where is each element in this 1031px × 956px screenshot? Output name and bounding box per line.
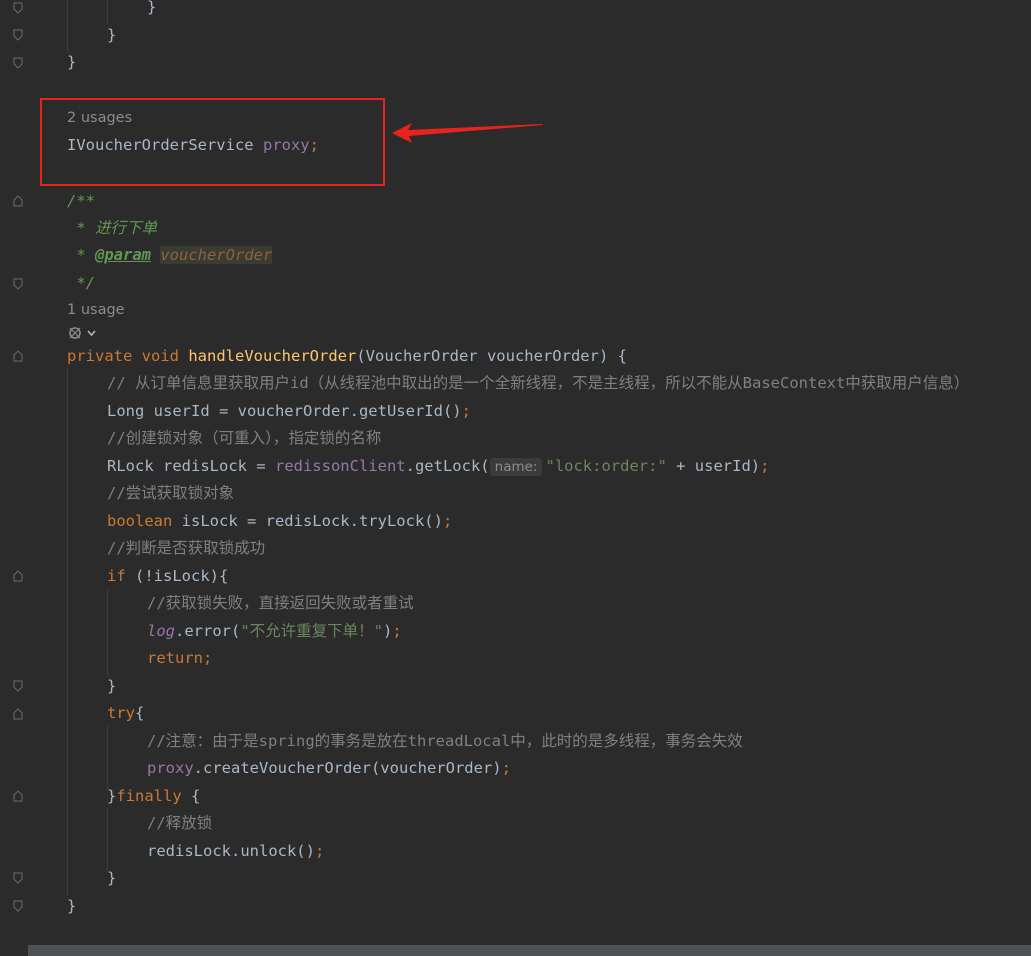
comment-line: //注意：由于是spring的事务是放在threadLocal中，此时的是多线程… [147, 732, 743, 750]
fold-end-icon[interactable] [13, 2, 23, 14]
code-line: Long userId = voucherOrder.getUserId(); [107, 402, 471, 420]
code-line: log.error("不允许重复下单！"); [147, 622, 402, 640]
fold-start-icon[interactable] [13, 708, 23, 720]
code-line: redisLock.unlock(); [147, 842, 325, 860]
code-line: } [107, 869, 117, 887]
javadoc-close: */ [67, 274, 95, 292]
code-line: } [67, 53, 77, 71]
comment-line: //创建锁对象（可重入），指定锁的名称 [107, 429, 382, 447]
fold-end-icon[interactable] [13, 57, 23, 69]
javadoc-line: * 进行下单 [67, 219, 157, 237]
fold-end-icon[interactable] [13, 900, 23, 912]
code-line: proxy.createVoucherOrder(voucherOrder); [147, 759, 511, 777]
highlight-box [40, 98, 385, 186]
code-line: } [107, 677, 117, 695]
fold-end-icon[interactable] [13, 680, 23, 692]
fold-start-icon[interactable] [13, 570, 23, 582]
annotation-arrow-icon [392, 123, 543, 143]
javadoc-param: * @param voucherOrder [67, 246, 273, 264]
fold-end-icon[interactable] [13, 872, 23, 884]
usages-hint[interactable]: 1 usage [67, 299, 125, 321]
indent-guide [107, 726, 108, 790]
editor-gutter [0, 0, 34, 945]
indent-guide [107, 588, 108, 676]
comment-line: //尝试获取锁对象 [107, 484, 235, 502]
code-line: RLock redisLock = redissonClient.getLock… [107, 457, 770, 476]
code-line: } [107, 26, 117, 44]
code-line: boolean isLock = redisLock.tryLock(); [107, 512, 453, 530]
code-line: if (!isLock){ [107, 567, 229, 585]
parameter-hint: name: [489, 458, 543, 476]
indent-guide [107, 808, 108, 872]
code-line: return; [147, 649, 213, 667]
indent-guide [107, 0, 108, 24]
code-line: } [67, 897, 77, 915]
comment-line: // 从订单信息里获取用户id（从线程池中取出的是一个全新线程，不是主线程，所以… [107, 374, 970, 392]
comment-line: //释放锁 [147, 814, 213, 832]
code-line: try{ [107, 704, 145, 722]
fold-start-icon[interactable] [13, 195, 23, 207]
indent-guide [67, 368, 68, 896]
fold-end-icon[interactable] [13, 29, 23, 41]
code-vision-icon[interactable] [67, 324, 97, 342]
code-line: } [147, 0, 157, 16]
comment-line: //判断是否获取锁成功 [107, 539, 266, 557]
fold-start-icon[interactable] [13, 790, 23, 802]
method-signature: private void handleVoucherOrder(VoucherO… [67, 347, 627, 365]
indent-guide [67, 0, 68, 52]
comment-line: //获取锁失败，直接返回失败或者重试 [147, 594, 414, 612]
fold-start-icon[interactable] [13, 350, 23, 362]
javadoc-open: /** [67, 192, 95, 210]
fold-end-icon[interactable] [13, 278, 23, 290]
horizontal-scrollbar[interactable] [28, 945, 1031, 956]
code-line: }finally { [107, 787, 201, 805]
